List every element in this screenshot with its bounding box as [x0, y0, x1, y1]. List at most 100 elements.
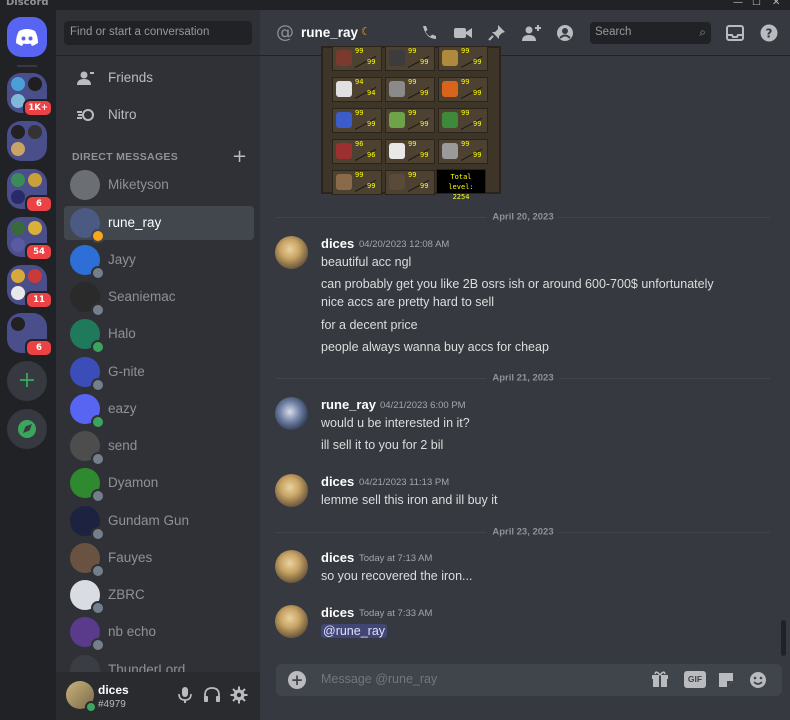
status-indicator — [91, 303, 105, 317]
skill-cell: 99 99 — [438, 46, 488, 71]
avatar[interactable] — [275, 605, 308, 638]
find-conversation-input[interactable]: Find or start a conversation — [64, 21, 252, 45]
skill-cell: 99 99 — [332, 170, 382, 195]
dm-item-fauyes[interactable]: Fauyes — [64, 541, 254, 578]
server-icon — [28, 269, 42, 283]
dm-name: G-nite — [108, 364, 145, 379]
server-folder-4[interactable]: 54 — [7, 217, 53, 261]
user-profile-icon[interactable] — [554, 23, 576, 43]
add-friend-icon[interactable] — [520, 23, 542, 43]
sidebar-divider — [56, 55, 260, 56]
server-icon — [11, 238, 25, 252]
skill-level: 99 — [461, 47, 470, 55]
inbox-icon[interactable] — [724, 23, 746, 43]
nav-friends[interactable]: Friends — [64, 60, 254, 96]
skill-icon — [389, 174, 405, 190]
skill-cell: 99 99 — [385, 46, 435, 71]
at-icon: @ — [276, 22, 294, 43]
server-folder-3[interactable]: 6 — [7, 169, 53, 213]
search-input[interactable]: Search ⌕ — [590, 22, 711, 44]
title-bar: Discord — ☐ ✕ — [0, 0, 790, 10]
dm-item-halo[interactable]: Halo — [64, 317, 254, 354]
date-separator: April 20, 2023 — [276, 211, 770, 223]
create-dm-button[interactable]: + — [232, 146, 247, 167]
message-text: for a decent price — [321, 318, 418, 332]
skill-cell: 99 99 — [385, 170, 435, 195]
message-author[interactable]: dices — [321, 474, 354, 489]
attach-plus-icon[interactable]: + — [288, 671, 306, 689]
sticker-icon[interactable] — [716, 670, 736, 690]
message-timestamp: Today at 7:13 AM — [359, 553, 433, 564]
dm-item-gundam-gun[interactable]: Gundam Gun — [64, 504, 254, 541]
message-author[interactable]: rune_ray — [321, 397, 376, 412]
message-text: lemme sell this iron and ill buy it — [321, 493, 498, 507]
gift-icon[interactable] — [650, 670, 670, 690]
svg-text:?: ? — [766, 27, 773, 41]
message-author[interactable]: dices — [321, 605, 354, 620]
message-text: ill sell it to you for 2 bil — [321, 438, 444, 452]
avatar[interactable] — [275, 397, 308, 430]
status-indicator — [91, 266, 105, 280]
server-rail: 1K+ 6 54 11 6 + — [0, 10, 55, 720]
avatar — [70, 170, 100, 200]
add-server-button[interactable]: + — [7, 361, 47, 401]
voice-call-icon[interactable] — [418, 23, 440, 43]
skill-cell: 99 99 — [385, 77, 435, 102]
user-mention[interactable]: @rune_ray — [321, 624, 388, 638]
status-indicator — [91, 489, 105, 503]
maximize-button[interactable]: ☐ — [752, 0, 761, 8]
dm-item-g-nite[interactable]: G-nite — [64, 355, 254, 392]
microphone-icon[interactable] — [176, 686, 194, 704]
nav-nitro[interactable]: Nitro — [64, 97, 254, 133]
skill-icon — [442, 50, 458, 66]
skill-icon — [389, 50, 405, 66]
message-composer[interactable]: + Message @rune_ray GIF — [276, 664, 782, 696]
mention-badge: 54 — [25, 243, 53, 261]
dm-item-miketyson[interactable]: Miketyson — [64, 168, 254, 202]
dm-item-eazy[interactable]: eazy — [64, 392, 254, 429]
server-icon — [11, 286, 25, 300]
server-folder-6[interactable]: 6 — [7, 313, 53, 357]
rail-separator — [17, 65, 37, 67]
server-icon — [11, 269, 25, 283]
pin-icon[interactable] — [486, 23, 508, 43]
dm-item-jayy[interactable]: Jayy — [64, 243, 254, 280]
server-folder-1[interactable]: 1K+ — [7, 73, 53, 117]
dm-item-dyamon[interactable]: Dyamon — [64, 466, 254, 503]
help-icon[interactable]: ? — [758, 23, 780, 43]
minimize-button[interactable]: — — [733, 0, 743, 8]
skill-icon — [336, 112, 352, 128]
settings-gear-icon[interactable] — [230, 686, 248, 704]
message-input[interactable]: Message @rune_ray — [321, 672, 437, 686]
image-attachment[interactable]: 99 99 99 99 99 99 94 94 99 99 99 99 99 99 99 99 99 99 96 96… — [321, 46, 501, 201]
emoji-icon[interactable] — [748, 670, 768, 690]
dm-item-nb-echo[interactable]: nb echo — [64, 615, 254, 652]
server-folder-2[interactable] — [7, 121, 47, 161]
home-button[interactable] — [7, 17, 47, 57]
message-author[interactable]: dices — [321, 236, 354, 251]
gif-button[interactable]: GIF — [684, 671, 706, 688]
message-author[interactable]: dices — [321, 550, 354, 565]
status-indicator — [91, 564, 105, 578]
plus-icon: + — [232, 146, 248, 167]
message-text: nice accs are pretty hard to sell — [321, 295, 494, 309]
avatar[interactable] — [275, 474, 308, 507]
close-button[interactable]: ✕ — [772, 0, 780, 8]
dm-name: Halo — [108, 326, 136, 341]
headphones-icon[interactable] — [203, 686, 221, 704]
skill-icon — [336, 174, 352, 190]
avatar[interactable] — [275, 236, 308, 269]
server-folder-5[interactable]: 11 — [7, 265, 53, 309]
scrollbar[interactable] — [781, 620, 786, 656]
explore-servers-button[interactable] — [7, 409, 47, 449]
dm-item-rune_ray[interactable]: rune_ray — [64, 206, 254, 243]
dm-item-zbrc[interactable]: ZBRC — [64, 578, 254, 615]
server-icon — [11, 142, 25, 156]
dm-item-send[interactable]: send — [64, 429, 254, 466]
dm-item-seaniemac[interactable]: Seaniemac — [64, 280, 254, 317]
skill-cell: 99 99 — [438, 139, 488, 164]
video-call-icon[interactable] — [452, 23, 474, 43]
friends-icon — [77, 71, 94, 85]
avatar[interactable] — [275, 550, 308, 583]
server-icon — [28, 77, 42, 91]
